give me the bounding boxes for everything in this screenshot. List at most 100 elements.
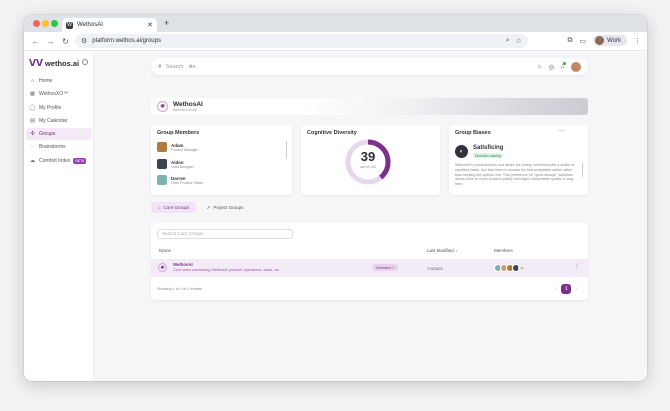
header-actions: ☼ ◎ ♫ — [536, 61, 581, 72]
toolbar-right: ⧉ ▭ Work ⋮ — [567, 35, 641, 46]
tab-label: Project Groups — [213, 205, 244, 210]
tab-project-groups[interactable]: ➚ Project Groups — [202, 202, 248, 213]
cloud-icon: ☁ — [29, 157, 36, 164]
sidebar-nav: ⌂ Home ▦ WethosXO™ ◯ My Profile ▤ My Cal… — [26, 75, 92, 168]
selected-group-banner: ✺ WethosAI Selected Group — [151, 98, 588, 115]
member-avatar — [157, 175, 167, 185]
bias-tag: Decision-making — [473, 153, 503, 158]
help-icon[interactable]: ◎ — [548, 63, 554, 71]
table-row[interactable]: ✺ WethosAI Core team overseeing WethosAI… — [151, 259, 588, 277]
column-header-name[interactable]: Name — [159, 248, 171, 253]
profile-avatar — [595, 36, 605, 45]
site-settings-icon[interactable]: ⚙ — [81, 37, 87, 45]
bulb-icon: ◌ — [30, 144, 35, 151]
side-panel-icon[interactable]: ▭ — [579, 37, 586, 45]
address-bar[interactable]: ⚙ platform.wethos.ai/groups ⌕ ☆ — [75, 34, 528, 48]
bias-name: Satisficing — [473, 145, 504, 151]
member-item[interactable]: Aiden Lead Designer — [157, 159, 194, 169]
row-group-description: Core team overseeing WethosAI product, o… — [173, 268, 282, 272]
theme-toggle-icon[interactable]: ☼ — [536, 63, 542, 70]
sidebar-item-groups[interactable]: ✣ Groups — [26, 128, 92, 141]
card-title: Group Members — [157, 130, 200, 136]
table-footer: Showing 1 to 1 of 1 entries — [157, 287, 202, 291]
minimize-window-button[interactable] — [42, 20, 49, 27]
sidebar-item-my-profile[interactable]: ◯ My Profile — [26, 102, 92, 114]
user-avatar[interactable] — [571, 61, 581, 72]
row-group-name[interactable]: WethosAI — [173, 262, 193, 267]
wethos-favicon-icon: W — [66, 21, 73, 29]
zoom-icon[interactable]: ⌕ — [506, 37, 510, 45]
column-header-members: Members — [494, 248, 513, 253]
reload-icon[interactable]: ↻ — [60, 37, 71, 46]
column-header-last-modified[interactable]: Last Modified ↓ — [427, 248, 457, 253]
sidebar-item-my-calendar[interactable]: ▤ My Calendar — [26, 115, 92, 127]
profile-chip[interactable]: Work — [593, 35, 627, 46]
group-subtitle: Selected Group — [173, 108, 198, 112]
beta-badge: BETA — [73, 157, 87, 164]
card-title: Group Biases — [455, 130, 491, 136]
browser-toolbar: ← → ↻ ⚙ platform.wethos.ai/groups ⌕ ☆ ⧉ … — [24, 32, 647, 51]
browser-window: W WethosAI ✕ + ← → ↻ ⚙ platform.wethos.a… — [24, 15, 647, 381]
member-avatar — [157, 142, 167, 152]
member-item[interactable]: Adam Product Manager — [157, 142, 198, 152]
sidebar-item-label: Home — [39, 78, 53, 84]
home-icon: ⌂ — [30, 78, 35, 84]
member-avatar — [157, 159, 167, 169]
global-search[interactable]: ⌕ Search ⌘K ☼ ◎ ♫ — [151, 58, 588, 75]
sidebar-item-wethosxo[interactable]: ▦ WethosXO™ — [26, 88, 92, 100]
history-icon[interactable] — [82, 59, 88, 65]
sidebar-item-brainstorms[interactable]: ◌ Brainstorms — [26, 141, 92, 153]
group-header-text: WethosAI Selected Group — [173, 101, 203, 112]
sidebar-item-label: Comfort Index — [39, 157, 71, 164]
sidebar-item-home[interactable]: ⌂ Home — [26, 75, 92, 87]
pagination: ‹ 1 › — [556, 284, 577, 294]
browser-tab[interactable]: W WethosAI ✕ — [62, 18, 157, 32]
groups-table: Search Core Groups Name Last Modified ↓ … — [151, 223, 588, 300]
bookmark-star-icon[interactable]: ☆ — [516, 37, 522, 45]
wethos-logo-icon: ᐯᐯ — [29, 58, 43, 68]
forward-arrow-icon[interactable]: → — [45, 37, 56, 46]
group-members-card: Group Members Adam Product Manager Aiden… — [151, 125, 292, 195]
browser-tab-title: WethosAI — [77, 22, 103, 28]
extensions-icon[interactable]: ⧉ — [567, 37, 572, 45]
tab-close-icon[interactable]: ✕ — [147, 21, 153, 29]
bias-scrollbar[interactable] — [581, 163, 583, 177]
bias-icon: ◐ — [455, 145, 468, 158]
bias-pager-indicator — [558, 129, 566, 132]
page-button[interactable]: 1 — [561, 284, 572, 294]
address-url[interactable]: platform.wethos.ai/groups — [92, 38, 500, 44]
main-content: ⌕ Search ⌘K ☼ ◎ ♫ ✺ WethosAI Selected Gr… — [94, 52, 647, 381]
group-biases-card: Group Biases ◐ Satisficing Decision-maki… — [449, 125, 588, 195]
rocket-icon: ➚ — [206, 204, 211, 210]
groups-icon: ✣ — [30, 131, 35, 138]
next-page-icon[interactable]: › — [575, 286, 577, 292]
member-item[interactable]: Darren Chief Product Officer — [157, 175, 203, 185]
tab-core-groups[interactable]: ⌂ Core Groups — [151, 202, 196, 213]
back-arrow-icon[interactable]: ← — [30, 37, 41, 46]
card-title: Cognitive Diversity — [307, 130, 357, 136]
notifications-bell-icon[interactable]: ♫ — [560, 62, 566, 70]
grid-icon: ▦ — [29, 91, 36, 98]
member-role: Lead Designer — [171, 164, 194, 169]
browser-menu-icon[interactable]: ⋮ — [634, 37, 641, 45]
selected-badge: Selected ✓ — [373, 264, 399, 271]
members-scrollbar[interactable] — [285, 141, 287, 159]
group-row-logo-icon: ✺ — [158, 263, 167, 272]
maximize-window-button[interactable] — [51, 20, 58, 27]
close-window-button[interactable] — [33, 20, 40, 27]
search-placeholder[interactable]: Search — [166, 64, 183, 70]
tab-label: Core Groups — [163, 205, 190, 210]
table-header: Name Last Modified ↓ Members — [151, 248, 588, 256]
profile-label: Work — [607, 37, 621, 44]
prev-page-icon[interactable]: ‹ — [556, 286, 558, 292]
new-tab-button[interactable]: + — [164, 18, 169, 28]
user-icon: ◯ — [29, 104, 36, 111]
logo-text: wethos.ai — [44, 59, 80, 68]
sidebar-item-label: My Calendar — [39, 117, 68, 124]
sidebar-item-comfort-index[interactable]: ☁ Comfort Index BETA — [26, 155, 92, 167]
member-role: Product Manager — [171, 147, 198, 152]
table-search-input[interactable]: Search Core Groups — [157, 229, 293, 239]
sidebar: ᐯᐯ wethos.ai ⌂ Home ▦ WethosXO™ ◯ My Pro… — [24, 52, 94, 381]
row-more-options-icon[interactable]: ⋮ — [574, 263, 580, 270]
wethos-logo[interactable]: ᐯᐯ wethos.ai — [29, 58, 79, 69]
